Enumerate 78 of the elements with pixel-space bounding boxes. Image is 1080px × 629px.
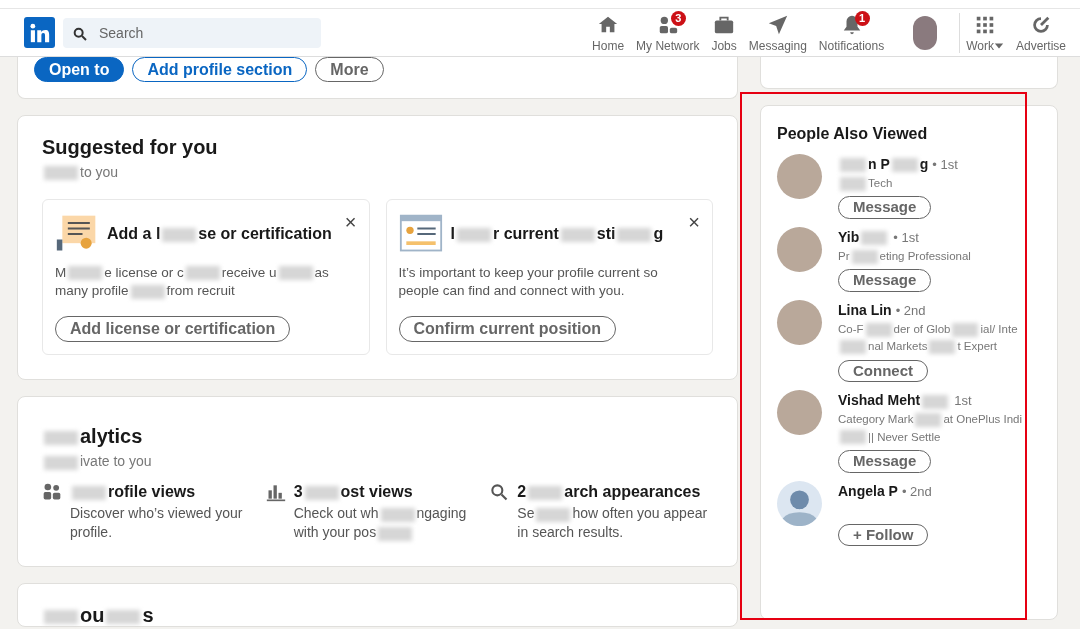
search-field[interactable]: Search xyxy=(63,17,321,48)
nav-item[interactable]: Work xyxy=(960,13,1010,52)
blur-patch xyxy=(130,284,165,299)
section-title: ou s xyxy=(42,600,713,629)
analytics-title: 2 arch appearances xyxy=(517,482,702,503)
analytics-description: Discover who’s viewed your profile. xyxy=(70,504,244,543)
blur-patch xyxy=(278,266,313,281)
card-title: I r current sti g xyxy=(450,224,665,244)
blur-patch xyxy=(528,486,563,501)
nav-item[interactable]: Home xyxy=(586,13,631,52)
bar-chart-icon xyxy=(265,482,286,503)
blur-patch xyxy=(891,158,918,173)
profile-action-button[interactable]: Connect xyxy=(838,359,928,383)
profile-avatar[interactable] xyxy=(912,15,937,50)
search-icon xyxy=(72,25,88,42)
card-title: Add a l se or certification xyxy=(107,224,333,244)
blur-patch xyxy=(380,507,415,522)
blur-patch xyxy=(929,340,956,355)
section-title: Suggested for you xyxy=(42,135,219,160)
section-subtitle: ivate to you xyxy=(42,451,713,473)
person-name: Vishad Meht xyxy=(838,390,951,412)
section-title: People Also Viewed xyxy=(777,124,929,144)
profile-action-button[interactable]: Message xyxy=(838,449,932,473)
analytics-description: Se how often you appear in search results. xyxy=(517,504,709,543)
analytics-title: 3 ost views xyxy=(293,482,414,503)
people-icon xyxy=(42,482,62,503)
blur-patch xyxy=(304,486,339,501)
blur-patch xyxy=(865,322,892,337)
analytics-title: rofile views xyxy=(70,480,266,505)
connection-degree: • 1st xyxy=(893,229,919,247)
person-headline: Tech xyxy=(838,175,893,193)
nav-item[interactable]: Jobs xyxy=(705,13,743,52)
profile-action-button[interactable]: Open to xyxy=(34,57,125,82)
logo-icon[interactable] xyxy=(24,17,55,48)
nav-item[interactable]: My Network 3 xyxy=(630,13,706,52)
card-action-button[interactable]: Add license or certification xyxy=(55,316,291,343)
person-headline: Category Mark at OnePlus Indi || Never Settle xyxy=(838,412,1024,446)
blur-patch xyxy=(952,322,979,337)
close-button[interactable]: × xyxy=(688,212,700,232)
blur-patch xyxy=(185,266,220,281)
profile-action-button[interactable]: + Follow xyxy=(838,523,929,547)
nav-item[interactable]: Messaging xyxy=(742,13,813,52)
connection-degree: • 2nd xyxy=(895,302,926,320)
blur-patch xyxy=(617,227,652,242)
blur-patch xyxy=(560,227,595,242)
card-action-button[interactable]: Confirm current position xyxy=(398,316,617,343)
nav-item[interactable]: Advertise xyxy=(1009,13,1072,52)
connection-degree: • 2nd xyxy=(901,482,932,501)
person-name: Angela P xyxy=(838,481,898,501)
person-name: Yib xyxy=(838,227,890,248)
blur-patch xyxy=(851,249,878,264)
profile-action-button[interactable]: Add profile section xyxy=(132,57,308,82)
profile-action-button[interactable]: Message xyxy=(838,196,932,219)
blur-patch xyxy=(162,227,197,242)
blur-patch xyxy=(68,266,103,281)
blur-patch xyxy=(456,227,491,242)
search-icon xyxy=(489,482,510,503)
card-description: M e license or c receive u as many profile from recruit xyxy=(55,264,330,301)
analytics-description: Check out wh ngaging with your pos xyxy=(293,504,468,543)
blur-patch xyxy=(840,430,866,445)
section-title: alytics xyxy=(42,421,713,452)
card-description: It’s important to keep your profile current so people can find and connect with you. xyxy=(398,264,659,301)
profile-action-button[interactable]: Message xyxy=(838,269,932,292)
nav-item[interactable]: Notifications 1 xyxy=(812,13,891,52)
blur-patch xyxy=(536,507,571,522)
profile-action-button[interactable]: More xyxy=(315,57,384,82)
blur-patch xyxy=(915,413,942,428)
section-subtitle: to you xyxy=(42,162,713,183)
notification-badge: 3 xyxy=(670,10,686,26)
person-headline: Pr eting Professional xyxy=(838,248,971,266)
blur-patch xyxy=(106,609,141,624)
blur-patch xyxy=(840,340,866,355)
person-name: Lina Lin xyxy=(838,301,892,320)
person-headline: Co-F der of Glob ial/ Inte nal Markets t Expert xyxy=(838,321,1019,356)
connection-degree: • 1st xyxy=(932,156,958,174)
person-name: n P g xyxy=(838,154,929,175)
connection-degree: 1st xyxy=(954,392,972,411)
close-button[interactable]: × xyxy=(344,212,357,232)
